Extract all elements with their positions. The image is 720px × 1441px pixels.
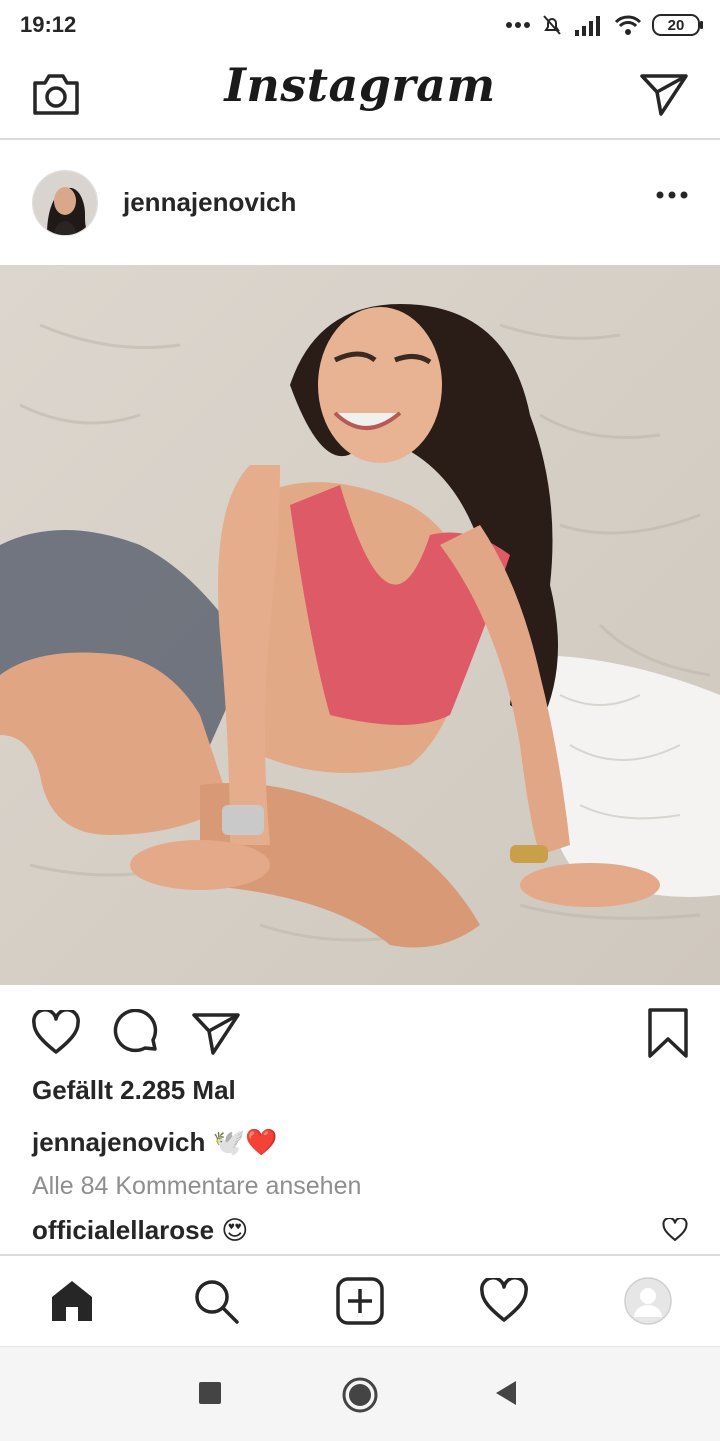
back-triangle-icon [496, 1381, 516, 1405]
home-icon [52, 1281, 92, 1321]
home-system-button[interactable] [340, 1375, 380, 1415]
activity-heart-icon [480, 1278, 528, 1322]
add-post-icon [336, 1277, 384, 1325]
instagram-logo: Instagram [224, 58, 496, 112]
comment-icon [113, 1009, 158, 1053]
status-icons: 20 [506, 10, 703, 40]
save-button[interactable] [642, 1005, 694, 1061]
battery-icon: 20 [652, 14, 703, 36]
direct-messages-button[interactable] [638, 68, 690, 120]
profile-avatar [624, 1277, 672, 1325]
paper-plane-icon [640, 74, 688, 116]
user-avatar[interactable] [32, 170, 98, 236]
nav-home[interactable] [47, 1276, 97, 1326]
comment-username[interactable]: officialellarose [32, 1215, 214, 1245]
post-photo[interactable] [0, 265, 720, 985]
comment-like-button[interactable] [662, 1218, 688, 1242]
system-navigation [0, 1346, 720, 1441]
circle-icon [342, 1377, 378, 1413]
nav-search[interactable] [191, 1276, 241, 1326]
nav-new-post[interactable] [335, 1276, 385, 1326]
caption-text: 🕊️❤️ [205, 1127, 278, 1157]
caption-username[interactable]: jennajenovich [32, 1127, 205, 1157]
nav-activity[interactable] [479, 1276, 529, 1326]
search-icon [195, 1280, 239, 1324]
likes-count[interactable]: Gefällt 2.285 Mal [32, 1075, 236, 1106]
recents-button[interactable] [194, 1377, 226, 1409]
heart-icon [32, 1010, 80, 1054]
nav-profile[interactable] [623, 1276, 673, 1326]
comment-button[interactable] [110, 1007, 162, 1059]
heart-icon [662, 1218, 688, 1241]
post-header: jennajenovich [0, 140, 720, 265]
bookmark-icon [648, 1008, 688, 1058]
signal-icon [575, 16, 600, 36]
view-all-comments-link[interactable]: Alle 84 Kommentare ansehen [32, 1172, 361, 1201]
like-button[interactable] [30, 1007, 82, 1059]
share-button[interactable] [190, 1007, 242, 1059]
square-icon [199, 1382, 221, 1404]
status-time: 19:12 [20, 12, 77, 37]
bell-muted-icon [543, 15, 561, 35]
more-icon [656, 191, 688, 199]
paper-plane-icon [192, 1013, 240, 1055]
post-username[interactable]: jennajenovich [123, 187, 296, 218]
back-button[interactable] [490, 1377, 522, 1409]
comment-text: 😍 [214, 1215, 249, 1245]
post-actions [0, 985, 720, 1080]
status-bar: 19:12 20 [0, 0, 720, 50]
wifi-icon [614, 15, 642, 35]
post-caption: jennajenovich 🕊️❤️ [32, 1127, 277, 1158]
app-header: Instagram [0, 50, 720, 140]
dots-icon [506, 22, 530, 28]
comment-item: officialellarose 😍 [32, 1215, 248, 1246]
bottom-navigation [0, 1254, 720, 1348]
battery-level: 20 [667, 16, 685, 34]
more-options-button[interactable] [656, 190, 688, 200]
